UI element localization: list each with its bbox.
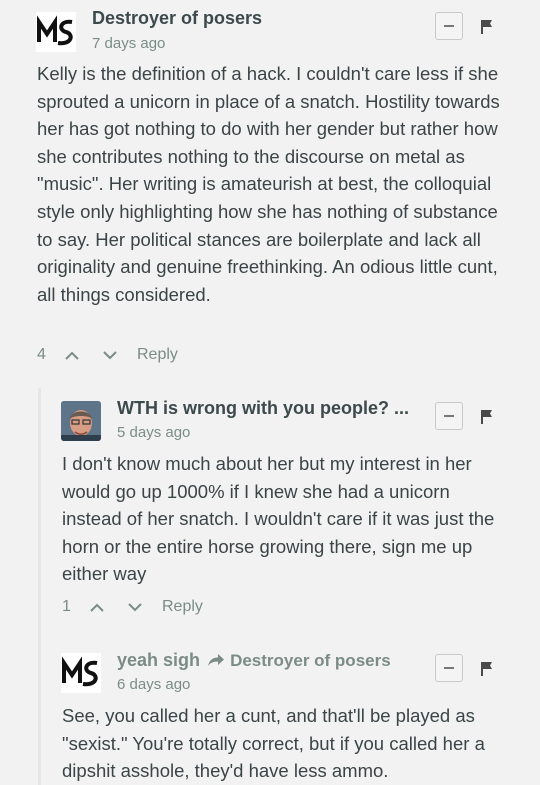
flag-icon[interactable] [480, 409, 494, 425]
thread-indent-line [38, 388, 41, 785]
share-arrow-icon [208, 654, 225, 666]
comment-footer: 1 Reply [62, 596, 203, 618]
comment-author-line: yeah sigh Destroyer of posers [117, 650, 391, 671]
avatar[interactable] [61, 653, 101, 693]
avatar[interactable] [36, 12, 76, 52]
chevron-down-icon [103, 350, 117, 359]
downvote-button[interactable] [120, 596, 150, 618]
upvote-button[interactable] [82, 596, 112, 618]
chevron-down-icon [128, 602, 142, 611]
flag-icon[interactable] [480, 19, 494, 35]
minus-icon [444, 415, 454, 417]
comment-timestamp[interactable]: 6 days ago [117, 676, 190, 693]
comment-author[interactable]: Destroyer of posers [92, 8, 262, 29]
reply-link[interactable]: Reply [137, 346, 178, 364]
collapse-button[interactable] [435, 402, 463, 430]
collapse-button[interactable] [435, 654, 463, 682]
reply-link[interactable]: Reply [162, 598, 203, 616]
downvote-button[interactable] [95, 344, 125, 366]
chevron-up-icon [65, 351, 79, 360]
collapse-button[interactable] [435, 12, 463, 40]
chevron-up-icon [90, 603, 104, 612]
comment-author[interactable]: yeah sigh [117, 650, 200, 670]
minus-icon [444, 667, 454, 669]
flag-icon[interactable] [480, 661, 494, 677]
upvote-button[interactable] [57, 344, 87, 366]
comment-body: Kelly is the definition of a hack. I cou… [37, 63, 500, 305]
comment-timestamp[interactable]: 7 days ago [92, 35, 165, 52]
comment-timestamp[interactable]: 5 days ago [117, 424, 190, 441]
vote-count: 1 [62, 598, 71, 615]
comment-body: See, you called her a cunt, and that'll … [62, 705, 485, 782]
comment-body: I don't know much about her but my inter… [62, 453, 495, 585]
comment-author[interactable]: WTH is wrong with you people? ... [117, 398, 417, 419]
vote-count: 4 [37, 346, 46, 363]
minus-icon [444, 25, 454, 27]
in-reply-to-link[interactable]: Destroyer of posers [230, 651, 391, 670]
avatar[interactable] [61, 401, 101, 441]
comment-footer: 4 Reply [37, 344, 178, 366]
